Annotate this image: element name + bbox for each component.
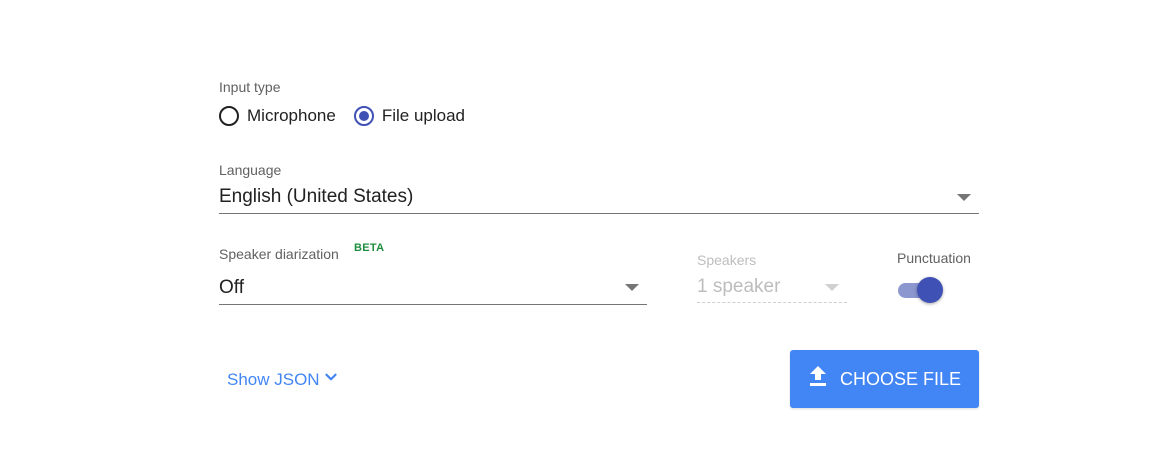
speakers-label: Speakers [697, 252, 757, 268]
speech-config-panel: Input type Microphone File upload Langua… [0, 0, 1158, 457]
speaker-diarization-select[interactable]: Off [219, 271, 647, 305]
upload-icon [808, 365, 828, 393]
radio-microphone-label[interactable]: Microphone [247, 106, 336, 126]
radio-circle-unchecked[interactable] [219, 106, 239, 126]
input-type-radio-group: Microphone File upload [219, 104, 483, 128]
dropdown-arrow-icon [825, 283, 839, 291]
language-label: Language [219, 162, 282, 178]
radio-file-upload[interactable]: File upload [353, 106, 465, 126]
toggle-thumb[interactable] [917, 277, 943, 303]
speaker-diarization-label: Speaker diarization [219, 246, 339, 262]
radio-microphone[interactable]: Microphone [219, 106, 336, 126]
input-type-label: Input type [219, 79, 281, 95]
choose-file-label[interactable]: CHOOSE FILE [840, 369, 961, 390]
punctuation-toggle[interactable] [898, 277, 944, 303]
radio-file-upload-label[interactable]: File upload [382, 106, 465, 126]
speakers-select: 1 speaker [697, 272, 847, 303]
speaker-diarization-value: Off [219, 276, 244, 298]
show-json-label[interactable]: Show JSON [227, 370, 320, 390]
beta-badge: BETA [354, 242, 385, 254]
punctuation-label: Punctuation [897, 250, 971, 266]
language-value: English (United States) [219, 186, 414, 207]
radio-dot [358, 111, 369, 121]
dropdown-arrow-icon [957, 193, 971, 201]
choose-file-button[interactable]: CHOOSE FILE [790, 350, 979, 408]
language-select[interactable]: English (United States) [219, 181, 979, 214]
show-json-link[interactable]: Show JSON [227, 368, 340, 391]
chevron-down-icon[interactable] [322, 368, 340, 391]
speakers-value: 1 speaker [697, 276, 781, 297]
radio-circle-checked[interactable] [353, 106, 374, 126]
dropdown-arrow-icon [625, 284, 639, 291]
